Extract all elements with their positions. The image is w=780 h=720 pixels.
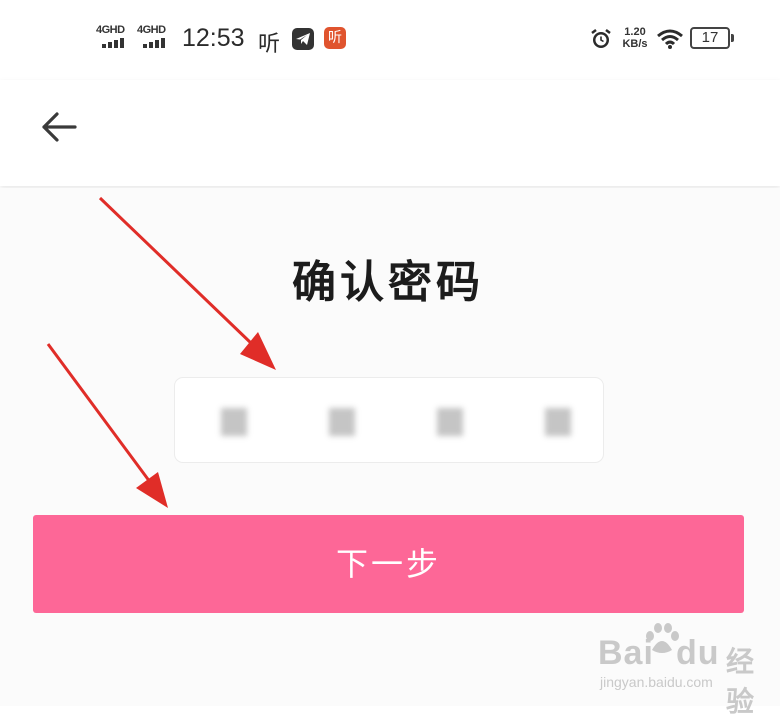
page-title: 确认密码 [292, 257, 484, 308]
watermark-brand: 经验 [726, 645, 755, 718]
password-digit [545, 408, 571, 436]
watermark-logo-suffix: du [676, 634, 720, 672]
wifi-icon [656, 28, 684, 50]
next-button[interactable]: 下一步 [33, 515, 744, 613]
password-digit [221, 408, 247, 436]
telegram-icon [292, 28, 314, 50]
net-speed-value: 1.20 [624, 26, 646, 38]
battery-icon: 17 [690, 27, 734, 49]
arrow-left-icon[interactable] [38, 106, 80, 148]
net-speed-unit: KB/s [622, 38, 648, 50]
password-digit [437, 408, 463, 436]
password-digit [329, 408, 355, 436]
ting-badge-icon: 听 [324, 27, 346, 49]
signal-2-label: 4GHD [137, 24, 166, 36]
net-speed: 1.20 KB/s [618, 26, 652, 50]
watermark-url: jingyan.baidu.com [600, 674, 713, 690]
battery-level: 17 [701, 29, 719, 46]
status-time: 12:53 [182, 24, 245, 52]
ting-app-icon: 听 [258, 32, 281, 57]
nav-bar [0, 80, 780, 186]
alarm-icon [590, 28, 612, 50]
signal-1-label: 4GHD [96, 24, 125, 36]
password-input[interactable] [174, 377, 604, 463]
status-bar: 4GHD 4GHD 12:53 听 听 1.20 KB/s 17 [0, 0, 780, 80]
watermark: Bai​ du 经验 jingyan.baidu.com [598, 622, 778, 718]
